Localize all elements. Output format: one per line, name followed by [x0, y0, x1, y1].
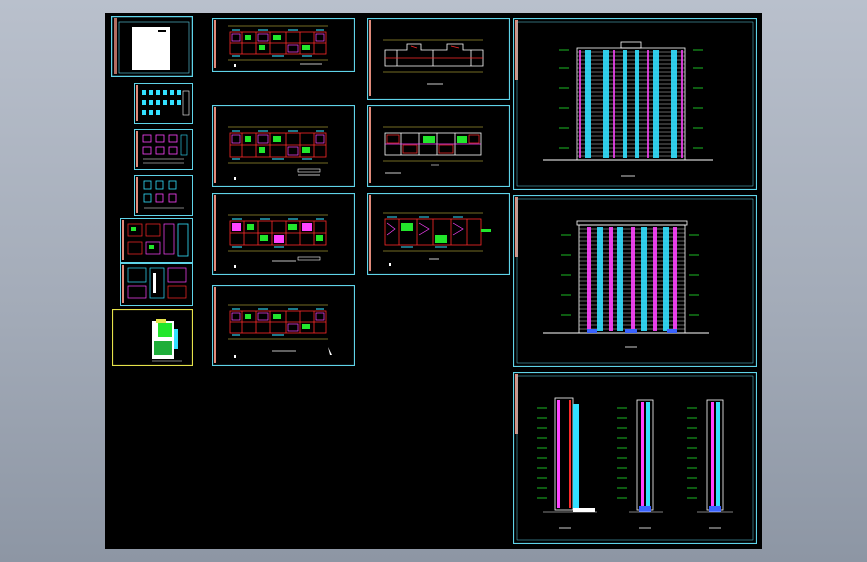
floor-plan-sheet-6[interactable] — [367, 193, 510, 275]
floor-plan-sheet-3[interactable] — [212, 193, 355, 275]
floor-plan-sheet-2[interactable] — [212, 105, 355, 187]
legend-sheet[interactable] — [134, 83, 193, 124]
detail-plan-sheet-1[interactable] — [120, 218, 193, 263]
floor-plan-sheet-5[interactable] — [367, 105, 510, 187]
side-elevations-sheet[interactable] — [513, 372, 757, 544]
front-elevation-sheet[interactable] — [513, 18, 757, 190]
site-plan-sheet-selected[interactable] — [112, 309, 193, 366]
roof-plan-sheet[interactable] — [367, 18, 510, 100]
cover-sheet[interactable] — [111, 16, 193, 77]
floor-plan-sheet-1[interactable] — [212, 18, 355, 72]
drawing-canvas[interactable] — [105, 13, 762, 549]
detail-schedule-sheet-2[interactable] — [134, 175, 193, 216]
floor-plan-sheet-4[interactable] — [212, 285, 355, 366]
detail-plan-sheet-2[interactable] — [120, 263, 193, 306]
detail-schedule-sheet-1[interactable] — [134, 129, 193, 170]
rear-elevation-sheet[interactable] — [513, 195, 757, 367]
